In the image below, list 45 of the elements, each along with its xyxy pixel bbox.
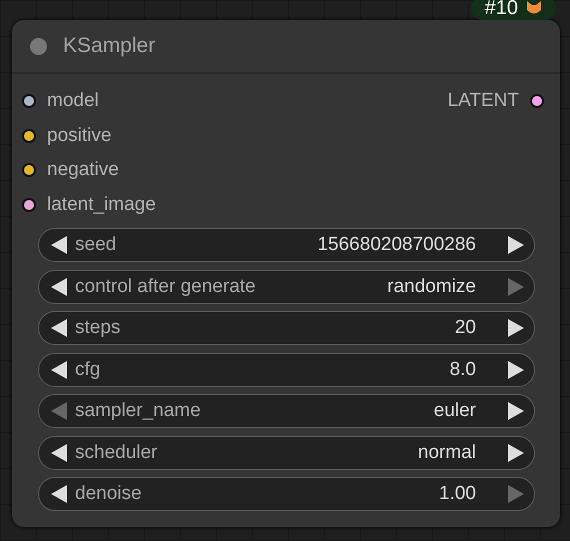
widget-field[interactable]: cfg 8.0 (38, 352, 535, 386)
widget-value: normal (418, 442, 476, 464)
increment-arrow-icon[interactable] (508, 319, 524, 337)
input-label: positive (47, 124, 112, 147)
widget-value: 20 (454, 317, 476, 339)
widget-label: control after generate (75, 276, 257, 298)
widget-value: randomize (387, 276, 476, 298)
decrement-arrow-icon[interactable] (51, 444, 67, 462)
widget-label: scheduler (75, 442, 158, 464)
input-label: latent_image (47, 194, 156, 216)
input-slot-dot[interactable] (22, 163, 36, 178)
decrement-arrow-icon[interactable] (51, 485, 67, 503)
output-label: LATENT (448, 90, 519, 112)
widget-label: sampler_name (75, 400, 202, 422)
widget-label: steps (75, 317, 122, 339)
widget-field[interactable]: scheduler normal (38, 436, 535, 470)
node-title: KSampler (63, 34, 156, 58)
increment-arrow-icon[interactable] (508, 444, 524, 462)
widget-label: cfg (75, 358, 102, 380)
widget-field[interactable]: sampler_name euler (38, 394, 535, 428)
input-slot-dot[interactable] (22, 128, 36, 143)
decrement-arrow-icon[interactable] (51, 360, 67, 378)
widget-field[interactable]: denoise 1.00 (38, 477, 535, 511)
increment-arrow-icon[interactable] (508, 360, 524, 378)
widget-field[interactable]: seed 156680208700286 (38, 228, 535, 262)
widget-value: euler (434, 400, 476, 422)
input-label: negative (47, 159, 119, 182)
increment-arrow-icon[interactable] (508, 236, 524, 254)
collapse-dot-icon[interactable] (30, 38, 47, 54)
node-title-bar[interactable]: KSampler (12, 20, 560, 74)
decrement-arrow-icon[interactable] (51, 278, 67, 296)
widget-value: 156680208700286 (317, 234, 476, 256)
widget-value: 8.0 (450, 358, 476, 380)
widget-label: denoise (75, 483, 143, 505)
widget-value: 1.00 (439, 483, 476, 505)
widget-field[interactable]: steps 20 (38, 311, 535, 345)
decrement-arrow-icon[interactable] (51, 236, 67, 254)
decrement-arrow-icon[interactable] (51, 319, 67, 337)
widget-field[interactable]: control after generate randomize (38, 270, 535, 304)
output-slot-dot[interactable] (530, 94, 544, 108)
input-slot-dot[interactable] (22, 94, 36, 108)
increment-arrow-icon[interactable] (508, 402, 524, 420)
input-label: model (47, 90, 99, 112)
widget-label: seed (75, 234, 118, 256)
input-slot-dot[interactable] (22, 198, 36, 212)
